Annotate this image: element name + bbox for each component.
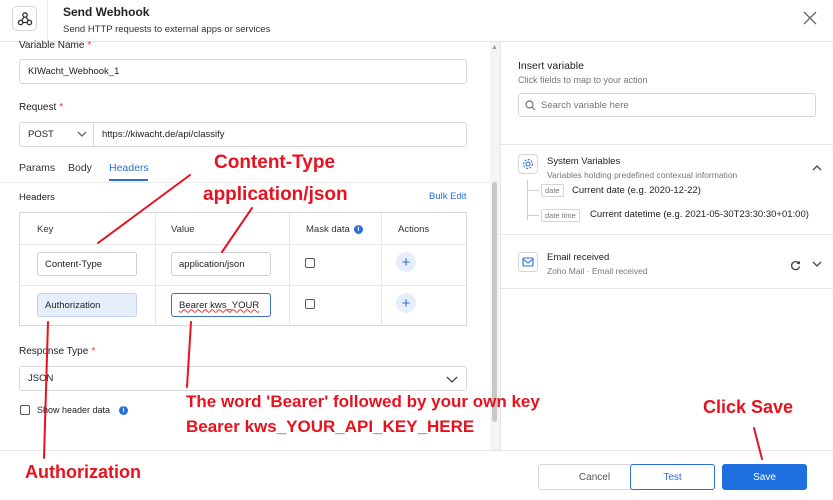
url-input[interactable]: https://kiwacht.de/api/classify bbox=[102, 123, 225, 146]
system-variables-title[interactable]: System Variables bbox=[547, 156, 620, 167]
chevron-up-icon[interactable] bbox=[812, 164, 822, 171]
sidebar-divider bbox=[501, 144, 833, 145]
row-divider bbox=[20, 244, 466, 245]
chevron-down-icon[interactable] bbox=[812, 261, 822, 268]
header-value-input[interactable]: application/json bbox=[171, 252, 271, 276]
system-variables-subtitle: Variables holding predefined contexual i… bbox=[547, 170, 738, 180]
datetime-badge: date time bbox=[541, 209, 580, 222]
column-key: Key bbox=[37, 223, 54, 235]
email-received-subtitle: Zoho Mail · Email received bbox=[547, 266, 648, 276]
bulk-edit-link[interactable]: Bulk Edit bbox=[429, 191, 467, 202]
save-button[interactable]: Save bbox=[722, 464, 807, 490]
variable-name-label: Variable Name * bbox=[19, 40, 92, 51]
search-input[interactable] bbox=[541, 99, 801, 111]
add-header-button[interactable]: + bbox=[396, 293, 416, 313]
variable-name-input[interactable]: KIWacht_Webhook_1 bbox=[19, 59, 467, 84]
header-key-input[interactable]: Content-Type bbox=[37, 252, 137, 276]
row-divider bbox=[20, 285, 466, 286]
webhook-icon bbox=[12, 6, 37, 31]
tab-headers[interactable]: Headers bbox=[109, 162, 149, 174]
method-select[interactable]: POST bbox=[20, 123, 94, 146]
variable-current-datetime[interactable]: Current datetime (e.g. 2021-05-30T23:30:… bbox=[590, 209, 809, 220]
chevron-down-icon bbox=[446, 376, 458, 383]
headers-table: Key Value Mask data i Actions Content-Ty… bbox=[19, 212, 467, 326]
close-icon[interactable] bbox=[801, 9, 819, 27]
tab-params[interactable]: Params bbox=[19, 162, 55, 174]
variables-pane: Insert variable Click fields to map to y… bbox=[500, 42, 833, 450]
mail-icon bbox=[518, 252, 538, 272]
tab-body[interactable]: Body bbox=[68, 162, 92, 174]
refresh-icon[interactable] bbox=[790, 260, 801, 271]
info-icon[interactable]: i bbox=[119, 406, 128, 415]
col-divider bbox=[289, 213, 290, 325]
email-received-title[interactable]: Email received bbox=[547, 252, 609, 263]
tree-line bbox=[527, 180, 528, 220]
annotation-bearer-line1: The word 'Bearer' followed by your own k… bbox=[186, 392, 540, 411]
request-row: POST https://kiwacht.de/api/classify bbox=[19, 122, 467, 147]
annotation-content-type: Content-Type bbox=[214, 152, 336, 173]
col-divider bbox=[381, 213, 382, 325]
annotation-bearer-line2: Bearer kws_YOUR_API_KEY_HERE bbox=[186, 417, 475, 436]
request-label: Request * bbox=[19, 102, 64, 113]
header-key-input[interactable]: Authorization bbox=[37, 293, 137, 317]
add-header-button[interactable]: + bbox=[396, 252, 416, 272]
response-type-label: Response Type * bbox=[19, 346, 96, 357]
tabs-divider bbox=[0, 182, 490, 183]
chevron-down-icon bbox=[77, 131, 87, 137]
annotation-click-save: Click Save bbox=[703, 397, 794, 417]
plus-icon: + bbox=[401, 253, 411, 271]
mask-checkbox[interactable] bbox=[305, 258, 315, 268]
mask-checkbox[interactable] bbox=[305, 299, 315, 309]
scroll-up-icon[interactable]: ▲ bbox=[491, 44, 498, 51]
search-icon bbox=[525, 99, 536, 110]
variable-current-date[interactable]: Current date (e.g. 2020-12-22) bbox=[572, 185, 701, 196]
sidebar-divider bbox=[501, 288, 833, 289]
headers-label: Headers bbox=[19, 192, 55, 203]
tab-active-indicator bbox=[109, 179, 148, 181]
show-header-checkbox[interactable] bbox=[20, 405, 30, 415]
annotation-application-json: application/json bbox=[203, 184, 348, 205]
column-value: Value bbox=[171, 223, 195, 235]
info-icon[interactable]: i bbox=[353, 224, 363, 234]
plus-icon: + bbox=[401, 294, 411, 312]
column-actions: Actions bbox=[398, 223, 430, 235]
show-header-label: Show header data bbox=[37, 405, 111, 415]
header-divider bbox=[47, 0, 48, 42]
header-value-input[interactable]: Bearer kws_YOUR bbox=[171, 293, 271, 317]
col-divider bbox=[155, 213, 156, 325]
form-pane: Variable Name * KIWacht_Webhook_1 Request… bbox=[0, 40, 500, 450]
column-mask: Mask data i bbox=[306, 213, 363, 245]
search-box[interactable] bbox=[518, 93, 816, 117]
sidebar-divider bbox=[501, 234, 833, 235]
scrollbar-thumb[interactable] bbox=[492, 182, 497, 422]
annotation-authorization: Authorization bbox=[25, 462, 141, 482]
response-type-select[interactable]: JSON bbox=[19, 366, 467, 391]
dialog-header: Send Webhook Send HTTP requests to exter… bbox=[0, 0, 833, 42]
date-badge: date bbox=[541, 184, 564, 197]
method-value: POST bbox=[28, 129, 54, 140]
dialog-subtitle: Send HTTP requests to external apps or s… bbox=[63, 24, 271, 35]
tree-line bbox=[527, 190, 539, 191]
test-button[interactable]: Test bbox=[630, 464, 715, 490]
insert-variable-title: Insert variable bbox=[518, 60, 584, 72]
gear-icon bbox=[518, 154, 538, 174]
insert-variable-hint: Click fields to map to your action bbox=[518, 75, 648, 85]
tree-line bbox=[527, 215, 539, 216]
dialog-title: Send Webhook bbox=[63, 5, 150, 19]
